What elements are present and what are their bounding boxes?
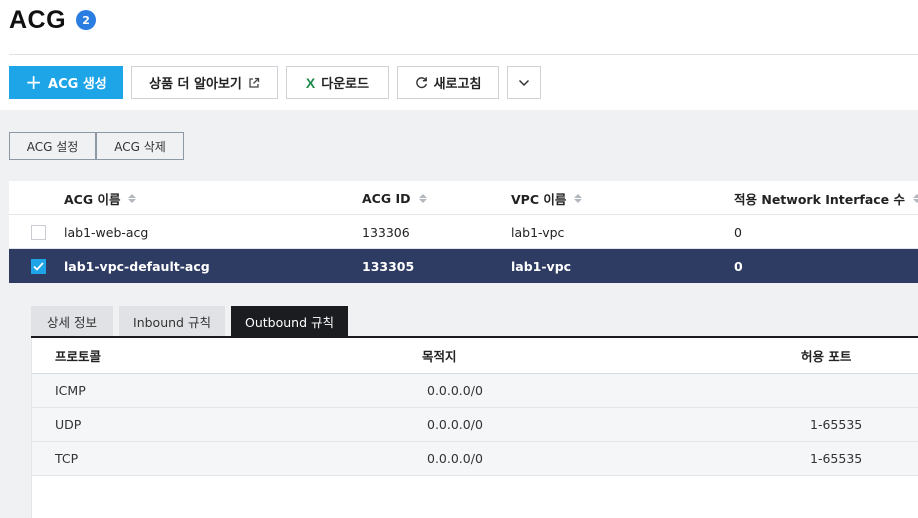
excel-icon: X [305, 74, 316, 91]
content-area: ACG 설정 ACG 삭제 ACG 이름 ACG ID VPC 이름 적용 Ne [0, 110, 918, 518]
acg-name-cell: lab1-web-acg [64, 224, 149, 240]
plus-icon: + [25, 69, 43, 94]
toolbar: + ACG 생성 상품 더 알아보기 X 다운로드 새로고침 [9, 66, 541, 99]
sort-icon [128, 193, 137, 203]
tab-details[interactable]: 상세 정보 [31, 306, 113, 336]
column-id-label: ACG ID [362, 190, 411, 206]
refresh-label: 새로고침 [433, 77, 482, 92]
acg-id-cell: 133306 [362, 224, 410, 240]
title-row: ACG 2 [9, 4, 97, 36]
tab-outbound-rules[interactable]: Outbound 규칙 [231, 306, 348, 336]
rule-row: ICMP 0.0.0.0/0 [32, 374, 918, 408]
ni-count-cell: 0 [734, 224, 742, 240]
column-ni-label: 적용 Network Interface 수 [734, 191, 906, 207]
sort-icon [418, 193, 427, 203]
refresh-icon [415, 76, 428, 89]
create-acg-label: ACG 생성 [48, 77, 107, 92]
rule-destination: 0.0.0.0/0 [427, 451, 483, 466]
column-vpc-label: VPC 이름 [511, 191, 567, 207]
outbound-rules-table: 프로토콜 목적지 허용 포트 ICMP 0.0.0.0/0 UDP 0.0.0.… [31, 338, 918, 518]
rule-protocol: TCP [55, 451, 79, 466]
download-label: 다운로드 [321, 77, 370, 92]
column-header-port: 허용 포트 [801, 349, 852, 364]
acg-actions: ACG 설정 ACG 삭제 [9, 132, 184, 160]
refresh-button[interactable]: 새로고침 [397, 66, 499, 99]
column-header-id[interactable]: ACG ID [362, 181, 427, 215]
column-header-destination: 목적지 [422, 349, 457, 364]
rule-destination: 0.0.0.0/0 [427, 383, 483, 398]
rules-header: 프로토콜 목적지 허용 포트 [32, 338, 918, 374]
chevron-down-icon [518, 79, 530, 87]
rule-destination: 0.0.0.0/0 [427, 417, 483, 432]
row-checkbox-cell [31, 249, 46, 283]
acg-page: ACG 2 + ACG 생성 상품 더 알아보기 X 다운로드 새로고침 ACG… [0, 0, 918, 518]
rule-protocol: ICMP [55, 383, 86, 398]
external-link-icon [248, 77, 260, 89]
acg-name-cell: lab1-vpc-default-acg [64, 258, 210, 274]
learn-more-label: 상품 더 알아보기 [149, 77, 242, 92]
acg-settings-button[interactable]: ACG 설정 [9, 132, 96, 160]
rule-row: UDP 0.0.0.0/0 1-65535 [32, 408, 918, 442]
row-checkbox-cell [31, 215, 46, 249]
rule-row: TCP 0.0.0.0/0 1-65535 [32, 442, 918, 476]
table-row-selected[interactable]: lab1-vpc-default-acg 133305 lab1-vpc 0 [9, 249, 918, 283]
create-acg-button[interactable]: + ACG 생성 [9, 66, 123, 99]
acg-id-cell: 133305 [362, 258, 415, 274]
acg-table: ACG 이름 ACG ID VPC 이름 적용 Network Interfac… [9, 181, 918, 283]
ni-count-cell: 0 [734, 258, 743, 274]
rule-protocol: UDP [55, 417, 82, 432]
more-dropdown-button[interactable] [507, 66, 541, 99]
detail-panel: 상세 정보 Inbound 규칙 Outbound 규칙 프로토콜 목적지 허용… [22, 304, 918, 518]
download-button[interactable]: X 다운로드 [286, 66, 389, 99]
row-checkbox[interactable] [31, 224, 46, 240]
sort-icon [574, 193, 583, 203]
learn-more-button[interactable]: 상품 더 알아보기 [131, 66, 278, 99]
check-icon [33, 261, 44, 271]
vpc-name-cell: lab1-vpc [511, 258, 572, 274]
column-header-name[interactable]: ACG 이름 [64, 181, 137, 215]
rule-port: 1-65535 [810, 417, 863, 432]
sort-icon [913, 193, 918, 203]
acg-delete-button[interactable]: ACG 삭제 [96, 132, 184, 160]
column-header-ni-count[interactable]: 적용 Network Interface 수 [734, 181, 918, 215]
page-title: ACG [9, 5, 67, 34]
row-checkbox-checked[interactable] [31, 258, 46, 274]
rule-port: 1-65535 [810, 451, 863, 466]
tab-inbound-rules[interactable]: Inbound 규칙 [119, 306, 225, 336]
column-header-vpc[interactable]: VPC 이름 [511, 181, 583, 215]
column-header-protocol: 프로토콜 [55, 349, 102, 364]
header-divider [9, 54, 918, 55]
table-row[interactable]: lab1-web-acg 133306 lab1-vpc 0 [9, 215, 918, 249]
table-header: ACG 이름 ACG ID VPC 이름 적용 Network Interfac… [9, 181, 918, 215]
count-badge: 2 [76, 10, 97, 30]
column-name-label: ACG 이름 [64, 191, 121, 207]
vpc-name-cell: lab1-vpc [511, 224, 565, 240]
detail-tabs: 상세 정보 Inbound 규칙 Outbound 규칙 [31, 306, 348, 336]
